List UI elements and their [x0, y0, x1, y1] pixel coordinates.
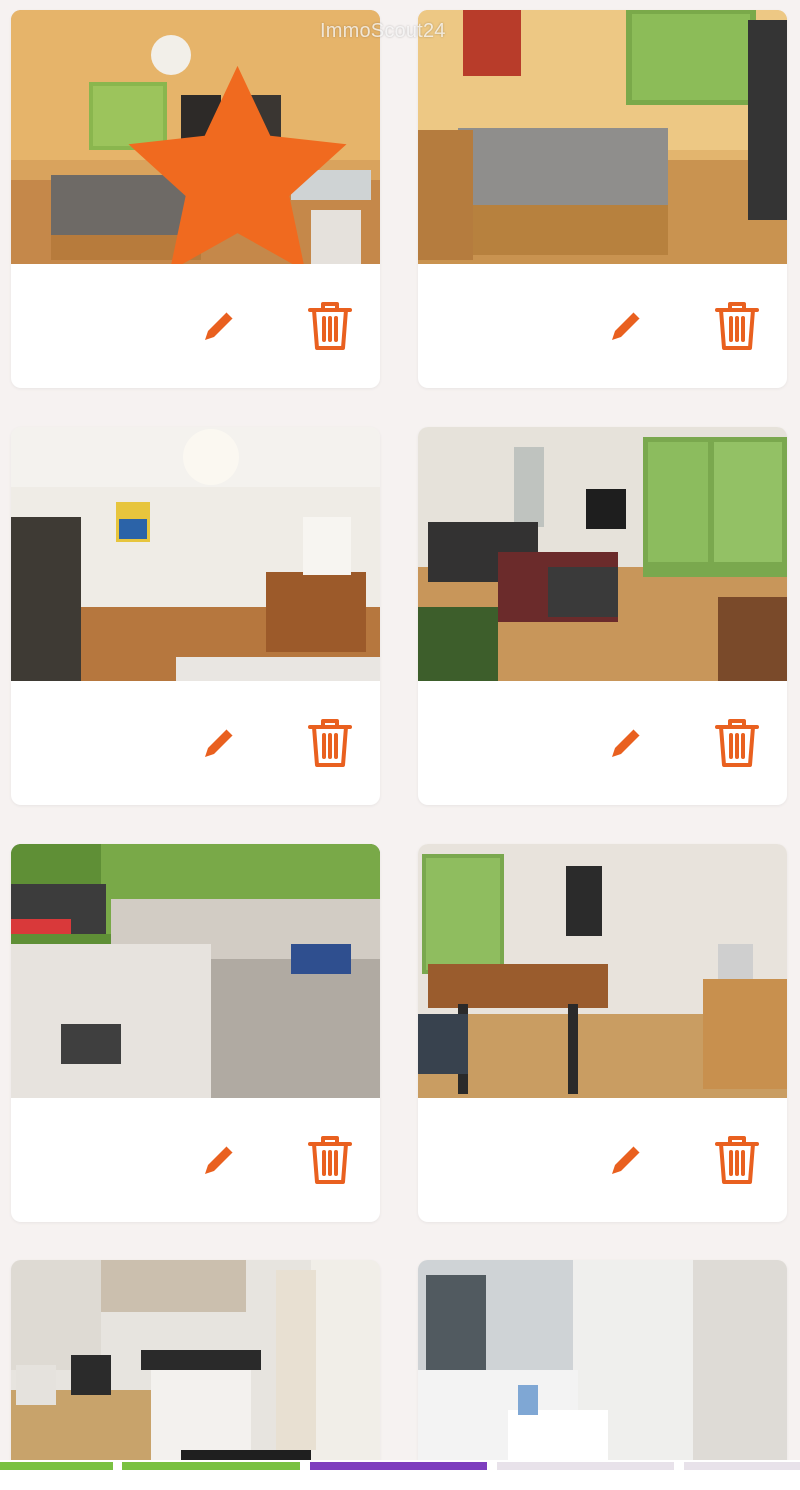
trash-icon: [715, 302, 759, 350]
progress-segment: [684, 1462, 800, 1470]
delete-button[interactable]: [714, 1134, 760, 1186]
pencil-icon: [612, 1145, 641, 1174]
upload-progress-bar: [0, 1460, 800, 1490]
edit-button[interactable]: [604, 1138, 648, 1182]
edit-button[interactable]: [197, 1138, 241, 1182]
delete-button[interactable]: [714, 300, 760, 352]
card-actions: [418, 681, 787, 805]
photo-balcony-sofa: [11, 844, 380, 1098]
photo-bathroom: [418, 1260, 787, 1490]
photo-thumbnail[interactable]: [418, 1260, 787, 1490]
progress-segment: [122, 1462, 300, 1470]
photo-bedroom-window: [418, 10, 787, 264]
photo-card: [11, 10, 380, 388]
photo-thumbnail[interactable]: [418, 844, 787, 1098]
photo-thumbnail[interactable]: [418, 427, 787, 681]
pencil-icon: [612, 311, 641, 340]
edit-button[interactable]: [197, 304, 241, 348]
card-actions: [418, 264, 787, 388]
card-actions: [418, 1098, 787, 1222]
photo-grid: ImmoScout24: [0, 0, 800, 1490]
progress-segment: [0, 1462, 113, 1470]
pencil-icon: [612, 728, 641, 757]
photo-card: [418, 10, 787, 388]
photo-thumbnail[interactable]: [11, 427, 380, 681]
trash-icon: [308, 719, 352, 767]
photo-bedroom-dresser: [11, 427, 380, 681]
pencil-icon: [205, 311, 234, 340]
trash-icon: [715, 719, 759, 767]
delete-button[interactable]: [307, 717, 353, 769]
trash-icon: [308, 1136, 352, 1184]
photo-card: [11, 427, 380, 805]
card-actions: [11, 681, 380, 805]
photo-thumbnail[interactable]: [11, 10, 380, 264]
trash-icon: [715, 1136, 759, 1184]
photo-thumbnail[interactable]: [11, 1260, 380, 1490]
photo-thumbnail[interactable]: [11, 844, 380, 1098]
delete-button[interactable]: [307, 1134, 353, 1186]
photo-card: [418, 1260, 787, 1490]
edit-button[interactable]: [197, 721, 241, 765]
progress-segment: [310, 1462, 487, 1470]
photo-card: [11, 844, 380, 1222]
pencil-icon: [205, 728, 234, 757]
trash-icon: [308, 302, 352, 350]
card-actions: [11, 1098, 380, 1222]
progress-segment: [497, 1462, 674, 1470]
photo-card: [418, 427, 787, 805]
photo-dining-table: [418, 844, 787, 1098]
photo-kitchen: [11, 1260, 380, 1490]
photo-card: [11, 1260, 380, 1490]
delete-button[interactable]: [714, 717, 760, 769]
photo-living-room: [418, 427, 787, 681]
photo-thumbnail[interactable]: [418, 10, 787, 264]
photo-card: [418, 844, 787, 1222]
star-icon: [128, 65, 347, 264]
card-actions: [11, 264, 380, 388]
delete-button[interactable]: [307, 300, 353, 352]
edit-button[interactable]: [604, 721, 648, 765]
pencil-icon: [205, 1145, 234, 1174]
edit-button[interactable]: [604, 304, 648, 348]
